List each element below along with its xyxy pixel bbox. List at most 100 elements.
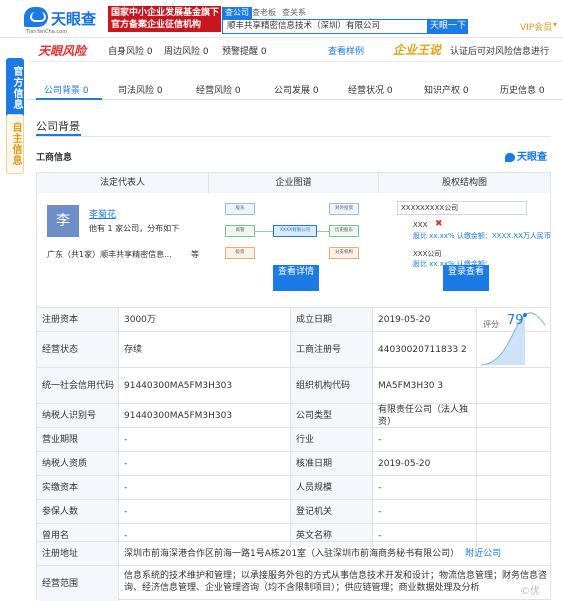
- field-label: 营业期限: [37, 428, 119, 451]
- map-node: 投资: [225, 247, 255, 259]
- map-edge: [317, 231, 329, 232]
- field-value: 2019-05-20: [373, 452, 477, 475]
- tab-operations[interactable]: 经营状况 0: [348, 83, 393, 96]
- risk-note: 认证后可对风险信息进行: [450, 47, 550, 57]
- map-node: 高管: [225, 225, 255, 237]
- table-row: 纳税人识别号 91440300MA5FM3H303 公司类型 有限责任公司（法人独资）: [37, 403, 550, 427]
- equity-holder1-detail: 股比 xx.xx% 认缴金额：XXXX.XX万人民币: [413, 232, 551, 240]
- nav-tabs: 公司背景 0 司法风险 0 经营风险 0 公司发展 0 经营状况 0 知识产权 …: [28, 78, 563, 100]
- field-label: 经营状态: [37, 332, 119, 367]
- chevron-down-icon[interactable]: ▾: [553, 20, 557, 29]
- address-value: 深圳市前海深港合作区前海一路1号A栋201室（入驻深圳市前海商务秘书有限公司）: [124, 548, 460, 559]
- sidebar-tab-official[interactable]: 官方信息: [6, 58, 24, 118]
- field-value: 存续: [119, 332, 291, 367]
- field-label: 行业: [291, 428, 373, 451]
- tab-business-risk[interactable]: 经营风险 0: [196, 83, 241, 96]
- field-label: 组织机构代码: [291, 368, 373, 403]
- avatar: 李: [47, 205, 79, 237]
- logo-subtext: TianYanCha.com: [26, 29, 68, 35]
- logo-eye-icon: [24, 7, 48, 27]
- legal-rep-more: 等: [191, 250, 199, 259]
- field-label: 公司类型: [291, 404, 373, 427]
- tab-company-background[interactable]: 公司背景 0: [44, 83, 89, 96]
- table-row: 经营范围 信息系统的技术维护和管理；以承接服务外包的方式从事信息技术开发和设计；…: [37, 565, 550, 601]
- field-label: 注册资本: [37, 308, 119, 331]
- field-value: -: [373, 500, 477, 523]
- nearby-companies-link[interactable]: 附近公司: [465, 548, 501, 560]
- table-row: 实缴资本 - 人员规模 -: [37, 475, 550, 499]
- watermark: ©优: [520, 586, 540, 597]
- table-row: 营业期限 - 行业 -: [37, 427, 550, 451]
- section-divider: [36, 136, 551, 137]
- score-value: 79: [507, 313, 524, 328]
- login-view-button[interactable]: 登录查看: [443, 265, 489, 291]
- banner-line-1: 国家中小企业发展基金旗下: [111, 8, 220, 18]
- active-tab-indicator: [36, 98, 102, 100]
- field-label: 人员规模: [291, 476, 373, 499]
- scope-value: 信息系统的技术维护和管理；以承接服务外包的方式从事信息技术开发和设计；物流信息管…: [124, 571, 548, 593]
- score-label: 评分: [483, 320, 499, 329]
- tab-ip[interactable]: 知识产权 0: [424, 83, 469, 96]
- risk-self[interactable]: 自身风险 0: [108, 44, 153, 57]
- tab-legal-risk[interactable]: 司法风险 0: [118, 83, 163, 96]
- logo-eye-icon: [505, 152, 515, 162]
- search-button[interactable]: 天眼一下: [428, 19, 468, 34]
- equity-holder1: XXX: [413, 221, 428, 229]
- business-info-table: 法定代表人 企业图谱 股权结构图 李 李菊花 他有 1 家公司，分布如下 广东（…: [36, 172, 551, 601]
- view-map-button[interactable]: 查看详情: [273, 265, 319, 291]
- sidebar-tab-self[interactable]: 自主信息: [6, 114, 24, 174]
- risk-surrounding[interactable]: 周边风险 0: [164, 44, 209, 57]
- section-title: 公司背景: [36, 120, 80, 133]
- field-value: 有限责任公司（法人独资）: [373, 404, 477, 427]
- tab-development[interactable]: 公司发展 0: [274, 83, 319, 96]
- equity-company: XXXXXXXXX公司: [401, 204, 459, 212]
- sample-link[interactable]: 查看样例: [328, 44, 364, 57]
- table-row: 注册资本 3000万 成立日期 2019-05-20: [37, 307, 550, 331]
- field-value: -: [119, 500, 291, 523]
- risk-warning[interactable]: 预警提醒 0: [222, 44, 267, 57]
- table-row: 纳税人资质 - 核准日期 2019-05-20: [37, 451, 550, 475]
- site-logo[interactable]: 天眼查 TianYanCha.com: [24, 6, 104, 35]
- equity-holder2: XXX公司: [413, 250, 442, 258]
- field-value: 2019-05-20: [373, 308, 477, 331]
- logo-text: 天眼查: [51, 10, 97, 28]
- search-tab-company[interactable]: 查公司: [222, 7, 252, 19]
- map-center-node: XXXX有限公司: [273, 225, 317, 237]
- risk-logo: 天眼风险: [38, 44, 87, 58]
- search-tab-relation[interactable]: 查关系: [282, 7, 306, 19]
- close-icon: ✖: [435, 219, 443, 229]
- legal-rep-note: 他有 1 家公司，分布如下: [89, 224, 180, 233]
- vip-link[interactable]: VIP会员: [520, 20, 552, 33]
- field-value: 91440300MA5FM3H303: [119, 404, 291, 427]
- score-curve: [480, 312, 546, 366]
- field-value: 91440300MA5FM3H303: [119, 368, 291, 403]
- risk-bar: 天眼风险 自身风险 0 周边风险 0 预警提醒 0 查看样例 企业王说 认证后可…: [28, 38, 563, 62]
- field-label: 工商注册号: [291, 332, 373, 367]
- search-input[interactable]: 顺丰共享精密信息技术（深圳）有限公司: [222, 19, 428, 34]
- king-logo[interactable]: 企业王说: [393, 41, 441, 58]
- field-label: 纳税人识别号: [37, 404, 119, 427]
- search-tab-boss[interactable]: 查老板: [252, 7, 276, 19]
- tab-history[interactable]: 历史信息 0: [500, 83, 545, 96]
- head-equity-chart: 股权结构图: [379, 173, 550, 193]
- legal-rep-location[interactable]: 广东（共1家）顺丰共享精密信息...: [47, 249, 172, 260]
- field-value: -: [119, 428, 291, 451]
- map-node: 对外投资: [329, 203, 359, 215]
- field-value: -: [373, 476, 477, 499]
- table-row: 注册地址 深圳市前海深港合作区前海一路1号A栋201室（入驻深圳市前海商务秘书有…: [37, 541, 550, 565]
- field-value: MA5FM3H30 3: [373, 368, 477, 403]
- field-label: 登记机关: [291, 500, 373, 523]
- brand-logo: 天眼查: [505, 148, 547, 163]
- scope-label: 经营范围: [37, 566, 119, 601]
- field-value: -: [373, 428, 477, 451]
- address-label: 注册地址: [37, 542, 119, 565]
- official-banner: 国家中小企业发展基金旗下 官方备案企业征信机构: [108, 6, 221, 32]
- field-label: 核准日期: [291, 452, 373, 475]
- table-row: 统一社会信用代码 91440300MA5FM3H303 组织机构代码 MA5FM3H3…: [37, 367, 550, 403]
- field-label: 统一社会信用代码: [37, 368, 119, 403]
- legal-rep-name[interactable]: 李菊花: [89, 207, 116, 220]
- map-edge: [255, 231, 273, 232]
- address-cell: 深圳市前海深港合作区前海一路1号A栋201室（入驻深圳市前海商务秘书有限公司） …: [119, 542, 550, 565]
- table-row: 参保人数 - 登记机关 -: [37, 499, 550, 523]
- map-node: 历史股东: [329, 225, 359, 237]
